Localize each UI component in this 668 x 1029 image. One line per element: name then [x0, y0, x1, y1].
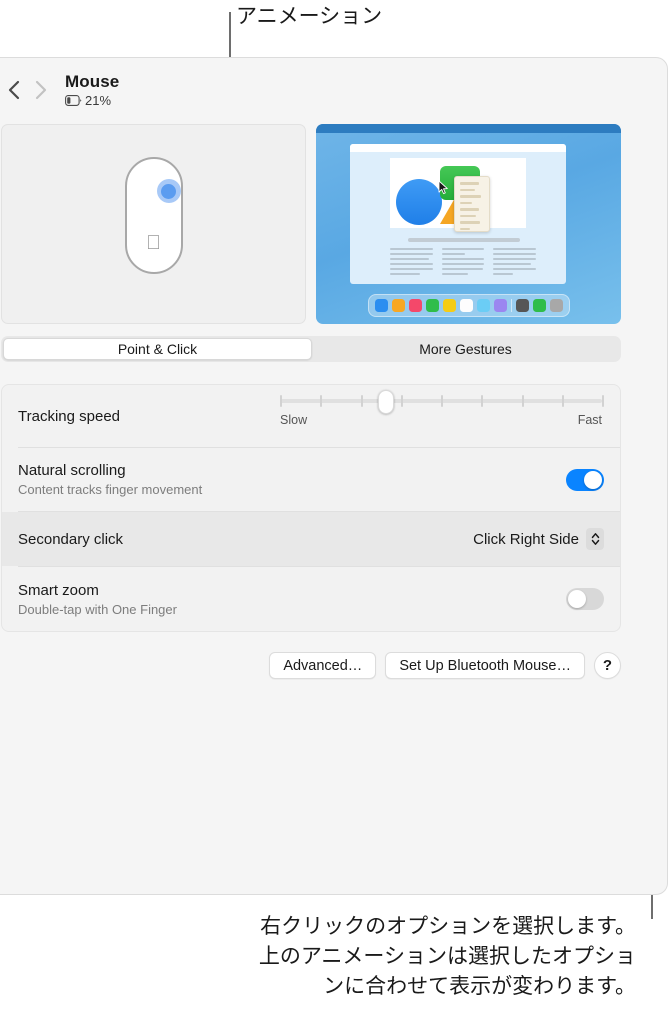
row-tracking-speed: Tracking speed Slow Fast	[2, 385, 620, 447]
settings-list: Tracking speed Slow Fast Natural scrolli…	[1, 384, 621, 632]
tab-point-and-click[interactable]: Point & Click	[3, 338, 312, 360]
smart-zoom-label: Smart zoom	[18, 581, 99, 599]
tab-more-gestures[interactable]: More Gestures	[312, 338, 619, 360]
chevron-up-down-icon[interactable]	[586, 528, 604, 550]
annotation-animation-label: アニメーション	[236, 5, 383, 28]
smart-zoom-toggle[interactable]	[566, 588, 604, 610]
preview-app-window	[350, 144, 566, 284]
preview-context-document	[454, 176, 490, 232]
help-button[interactable]: ?	[594, 652, 621, 679]
secondary-click-value: Click Right Side	[473, 530, 579, 548]
smart-zoom-labels: Smart zoom Double-tap with One Finger	[18, 581, 566, 618]
preview-panels: 	[1, 124, 621, 324]
cursor-arrow-icon	[438, 180, 448, 195]
tracking-speed-label: Tracking speed	[18, 407, 120, 425]
row-secondary-click: Secondary click Click Right Side	[2, 512, 620, 566]
dock-separator	[510, 299, 512, 312]
secondary-click-labels: Secondary click	[18, 530, 473, 549]
window-header: Mouse 21%	[1, 72, 119, 108]
preview-text-column	[493, 248, 537, 278]
forward-button[interactable]	[27, 73, 53, 107]
dock-app-icon	[493, 299, 507, 312]
preview-window-titlebar	[350, 144, 566, 152]
desktop-preview-panel	[316, 124, 621, 324]
magic-mouse-illustration: 	[124, 157, 183, 274]
window-action-buttons: Advanced… Set Up Bluetooth Mouse… ?	[1, 652, 621, 679]
preview-text-columns	[390, 248, 537, 278]
apple-logo-icon: 	[146, 233, 161, 253]
smart-zoom-description: Double-tap with One Finger	[18, 601, 177, 617]
dock-app-icon	[532, 299, 546, 312]
page-title: Mouse	[65, 72, 120, 91]
dock-app-icon	[515, 299, 529, 312]
natural-scrolling-description: Content tracks finger movement	[18, 482, 203, 497]
preview-scrollbar	[408, 238, 520, 242]
natural-scrolling-toggle[interactable]	[566, 468, 604, 491]
secondary-click-label: Secondary click	[18, 530, 124, 548]
dock-app-icon	[476, 299, 490, 312]
natural-scrolling-labels: Natural scrolling Content tracks finger …	[18, 461, 566, 498]
dock-app-icon	[425, 299, 439, 312]
gesture-tab-bar: Point & Click More Gestures	[1, 336, 621, 362]
annotation-secondary-click-label: 右クリックのオプションを選択します。 上のアニメーションは選択したオプショ ンに…	[258, 915, 636, 998]
right-click-indicator	[156, 179, 181, 203]
dock-app-icon	[459, 299, 473, 312]
slider-thumb[interactable]	[378, 390, 395, 414]
preview-text-column	[390, 248, 433, 278]
advanced-button[interactable]: Advanced…	[269, 652, 377, 679]
toggle-knob	[584, 470, 602, 489]
slider-track[interactable]	[280, 390, 604, 414]
preview-dock	[367, 294, 570, 317]
title-block: Mouse 21%	[65, 72, 119, 108]
battery-percent: 21%	[85, 93, 112, 108]
row-natural-scrolling: Natural scrolling Content tracks finger …	[2, 448, 620, 511]
mouse-animation-panel: 	[1, 124, 306, 324]
row-smart-zoom: Smart zoom Double-tap with One Finger	[2, 567, 620, 631]
battery-icon	[65, 95, 82, 106]
set-up-bluetooth-mouse-button[interactable]: Set Up Bluetooth Mouse…	[385, 652, 585, 679]
slider-max-label: Fast	[577, 413, 602, 427]
dock-app-icon	[408, 299, 422, 312]
toggle-knob	[568, 590, 586, 608]
dock-app-icon	[549, 299, 563, 312]
slider-min-label: Slow	[280, 413, 308, 427]
preview-text-column	[441, 248, 485, 278]
back-button[interactable]	[1, 73, 27, 107]
screenshot-root: アニメーション 右クリックのオプションを選択します。 上のアニメーションは選択し…	[0, 0, 668, 1029]
preview-menu-bar	[316, 124, 621, 133]
dock-app-icon	[374, 299, 388, 312]
shape-circle-icon	[396, 179, 442, 225]
dock-app-icon	[391, 299, 405, 312]
dock-app-icon	[442, 299, 456, 312]
tracking-speed-labels: Tracking speed	[18, 407, 604, 426]
mouse-settings-window: Mouse 21% 	[0, 57, 668, 895]
battery-status: 21%	[65, 93, 119, 108]
secondary-click-popup-button[interactable]: Click Right Side	[473, 528, 604, 550]
tracking-speed-slider[interactable]: Slow Fast	[280, 390, 604, 427]
natural-scrolling-label: Natural scrolling	[18, 462, 126, 479]
